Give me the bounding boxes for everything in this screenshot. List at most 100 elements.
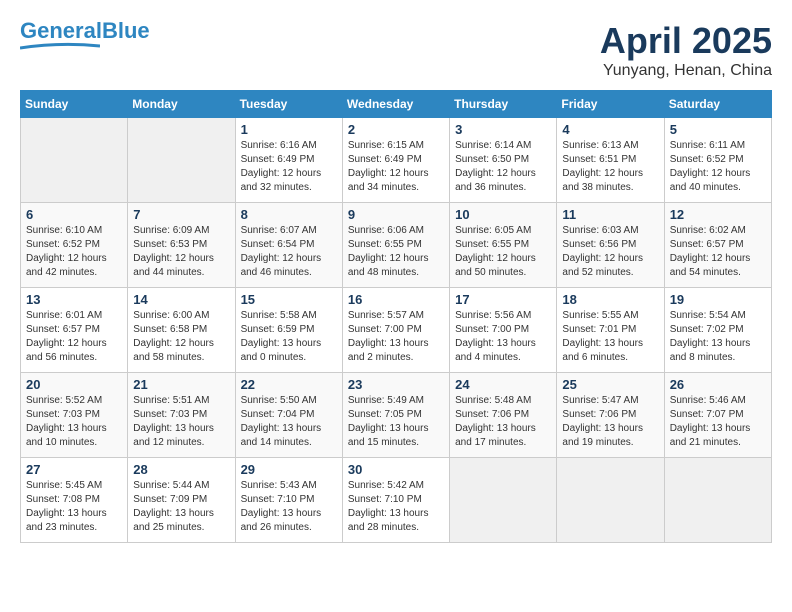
weekday-header: Sunday <box>21 91 128 118</box>
calendar-day-cell: 29 Sunrise: 5:43 AM Sunset: 7:10 PM Dayli… <box>235 458 342 543</box>
day-number: 27 <box>26 462 122 477</box>
calendar-subtitle: Yunyang, Henan, China <box>600 62 772 80</box>
day-number: 16 <box>348 292 444 307</box>
calendar-day-cell: 1 Sunrise: 6:16 AM Sunset: 6:49 PM Daylig… <box>235 118 342 203</box>
weekday-header: Monday <box>128 91 235 118</box>
weekday-header: Friday <box>557 91 664 118</box>
day-number: 23 <box>348 377 444 392</box>
calendar-day-cell: 6 Sunrise: 6:10 AM Sunset: 6:52 PM Daylig… <box>21 203 128 288</box>
calendar-day-cell: 2 Sunrise: 6:15 AM Sunset: 6:49 PM Daylig… <box>342 118 449 203</box>
day-info: Sunrise: 5:45 AM Sunset: 7:08 PM Dayligh… <box>26 479 122 535</box>
day-info: Sunrise: 5:56 AM Sunset: 7:00 PM Dayligh… <box>455 309 551 365</box>
day-info: Sunrise: 6:14 AM Sunset: 6:50 PM Dayligh… <box>455 139 551 195</box>
day-number: 25 <box>562 377 658 392</box>
day-number: 30 <box>348 462 444 477</box>
day-info: Sunrise: 5:57 AM Sunset: 7:00 PM Dayligh… <box>348 309 444 365</box>
day-number: 22 <box>241 377 337 392</box>
calendar-day-cell: 8Sunrise: 6:07 AM Sunset: 6:54 PM Daylig… <box>235 203 342 288</box>
day-number: 4 <box>562 122 658 137</box>
day-number: 19 <box>670 292 766 307</box>
day-info: Sunrise: 6:06 AM Sunset: 6:55 PM Dayligh… <box>348 224 444 280</box>
day-info: Sunrise: 5:51 AM Sunset: 7:03 PM Dayligh… <box>133 394 229 450</box>
calendar-day-cell: 22 Sunrise: 5:50 AM Sunset: 7:04 PM Dayli… <box>235 373 342 458</box>
calendar-day-cell <box>557 458 664 543</box>
day-info: Sunrise: 6:00 AM Sunset: 6:58 PM Dayligh… <box>133 309 229 365</box>
calendar-day-cell: 21 Sunrise: 5:51 AM Sunset: 7:03 PM Dayli… <box>128 373 235 458</box>
title-block: April 2025 Yunyang, Henan, China <box>600 20 772 80</box>
calendar-day-cell: 9 Sunrise: 6:06 AM Sunset: 6:55 PM Daylig… <box>342 203 449 288</box>
day-number: 29 <box>241 462 337 477</box>
calendar-day-cell: 12 Sunrise: 6:02 AM Sunset: 6:57 PM Dayli… <box>664 203 771 288</box>
calendar-day-cell: 20 Sunrise: 5:52 AM Sunset: 7:03 PM Dayli… <box>21 373 128 458</box>
day-number: 9 <box>348 207 444 222</box>
day-number: 2 <box>348 122 444 137</box>
calendar-day-cell <box>450 458 557 543</box>
logo-swoosh <box>20 42 100 50</box>
calendar-day-cell: 14 Sunrise: 6:00 AM Sunset: 6:58 PM Dayli… <box>128 288 235 373</box>
day-number: 20 <box>26 377 122 392</box>
day-info: Sunrise: 5:58 AM Sunset: 6:59 PM Dayligh… <box>241 309 337 365</box>
day-number: 3 <box>455 122 551 137</box>
day-number: 24 <box>455 377 551 392</box>
logo-blue: Blue <box>102 18 150 43</box>
calendar-day-cell: 27 Sunrise: 5:45 AM Sunset: 7:08 PM Dayli… <box>21 458 128 543</box>
calendar-day-cell: 25 Sunrise: 5:47 AM Sunset: 7:06 PM Dayli… <box>557 373 664 458</box>
day-info: Sunrise: 5:42 AM Sunset: 7:10 PM Dayligh… <box>348 479 444 535</box>
day-number: 8 <box>241 207 337 222</box>
day-info: Sunrise: 5:50 AM Sunset: 7:04 PM Dayligh… <box>241 394 337 450</box>
day-number: 12 <box>670 207 766 222</box>
calendar-day-cell <box>664 458 771 543</box>
day-number: 26 <box>670 377 766 392</box>
calendar-day-cell: 17 Sunrise: 5:56 AM Sunset: 7:00 PM Dayli… <box>450 288 557 373</box>
day-info: Sunrise: 5:49 AM Sunset: 7:05 PM Dayligh… <box>348 394 444 450</box>
day-number: 21 <box>133 377 229 392</box>
day-number: 14 <box>133 292 229 307</box>
day-info: Sunrise: 6:16 AM Sunset: 6:49 PM Dayligh… <box>241 139 337 195</box>
calendar-week-row: 13Sunrise: 6:01 AM Sunset: 6:57 PM Dayli… <box>21 288 772 373</box>
day-info: Sunrise: 6:11 AM Sunset: 6:52 PM Dayligh… <box>670 139 766 195</box>
calendar-week-row: 20 Sunrise: 5:52 AM Sunset: 7:03 PM Dayli… <box>21 373 772 458</box>
day-number: 28 <box>133 462 229 477</box>
logo: GeneralBlue <box>20 20 150 50</box>
day-info: Sunrise: 6:10 AM Sunset: 6:52 PM Dayligh… <box>26 224 122 280</box>
calendar-day-cell: 5 Sunrise: 6:11 AM Sunset: 6:52 PM Daylig… <box>664 118 771 203</box>
calendar-day-cell: 28 Sunrise: 5:44 AM Sunset: 7:09 PM Dayli… <box>128 458 235 543</box>
weekday-header: Tuesday <box>235 91 342 118</box>
calendar-day-cell: 19 Sunrise: 5:54 AM Sunset: 7:02 PM Dayli… <box>664 288 771 373</box>
calendar-day-cell: 16 Sunrise: 5:57 AM Sunset: 7:00 PM Dayli… <box>342 288 449 373</box>
day-info: Sunrise: 5:46 AM Sunset: 7:07 PM Dayligh… <box>670 394 766 450</box>
weekday-header: Wednesday <box>342 91 449 118</box>
day-number: 5 <box>670 122 766 137</box>
calendar-week-row: 1 Sunrise: 6:16 AM Sunset: 6:49 PM Daylig… <box>21 118 772 203</box>
weekday-header-row: SundayMondayTuesdayWednesdayThursdayFrid… <box>21 91 772 118</box>
calendar-day-cell: 7Sunrise: 6:09 AM Sunset: 6:53 PM Daylig… <box>128 203 235 288</box>
day-info: Sunrise: 5:52 AM Sunset: 7:03 PM Dayligh… <box>26 394 122 450</box>
calendar-day-cell: 24Sunrise: 5:48 AM Sunset: 7:06 PM Dayli… <box>450 373 557 458</box>
calendar-day-cell: 3 Sunrise: 6:14 AM Sunset: 6:50 PM Daylig… <box>450 118 557 203</box>
calendar-day-cell <box>128 118 235 203</box>
weekday-header: Saturday <box>664 91 771 118</box>
day-number: 13 <box>26 292 122 307</box>
day-info: Sunrise: 5:54 AM Sunset: 7:02 PM Dayligh… <box>670 309 766 365</box>
calendar-day-cell: 11Sunrise: 6:03 AM Sunset: 6:56 PM Dayli… <box>557 203 664 288</box>
day-info: Sunrise: 5:44 AM Sunset: 7:09 PM Dayligh… <box>133 479 229 535</box>
calendar-day-cell: 18Sunrise: 5:55 AM Sunset: 7:01 PM Dayli… <box>557 288 664 373</box>
day-number: 17 <box>455 292 551 307</box>
page-header: GeneralBlue April 2025 Yunyang, Henan, C… <box>20 20 772 80</box>
day-number: 15 <box>241 292 337 307</box>
day-number: 10 <box>455 207 551 222</box>
day-number: 11 <box>562 207 658 222</box>
day-info: Sunrise: 6:15 AM Sunset: 6:49 PM Dayligh… <box>348 139 444 195</box>
calendar-day-cell <box>21 118 128 203</box>
day-info: Sunrise: 6:09 AM Sunset: 6:53 PM Dayligh… <box>133 224 229 280</box>
calendar-day-cell: 4Sunrise: 6:13 AM Sunset: 6:51 PM Daylig… <box>557 118 664 203</box>
calendar-day-cell: 23 Sunrise: 5:49 AM Sunset: 7:05 PM Dayli… <box>342 373 449 458</box>
day-info: Sunrise: 5:43 AM Sunset: 7:10 PM Dayligh… <box>241 479 337 535</box>
day-number: 6 <box>26 207 122 222</box>
day-number: 1 <box>241 122 337 137</box>
calendar-day-cell: 15 Sunrise: 5:58 AM Sunset: 6:59 PM Dayli… <box>235 288 342 373</box>
day-info: Sunrise: 6:02 AM Sunset: 6:57 PM Dayligh… <box>670 224 766 280</box>
calendar-day-cell: 30 Sunrise: 5:42 AM Sunset: 7:10 PM Dayli… <box>342 458 449 543</box>
day-info: Sunrise: 5:47 AM Sunset: 7:06 PM Dayligh… <box>562 394 658 450</box>
day-info: Sunrise: 6:05 AM Sunset: 6:55 PM Dayligh… <box>455 224 551 280</box>
